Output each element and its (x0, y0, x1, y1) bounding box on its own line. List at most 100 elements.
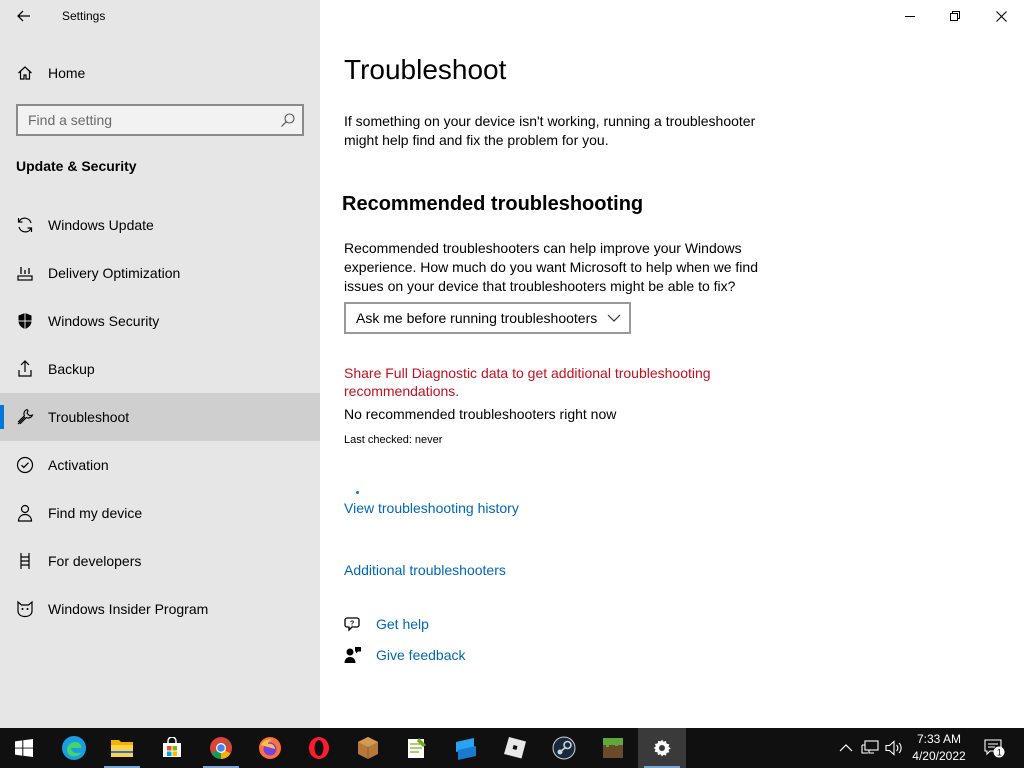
taskbar-edge[interactable] (50, 728, 98, 768)
taskbar-microsoft-store[interactable] (148, 728, 196, 768)
chevron-down-icon (607, 314, 621, 322)
roblox-icon (504, 737, 526, 759)
sidebar-item-label: Troubleshoot (48, 409, 130, 425)
taskbar-file-explorer[interactable] (98, 728, 146, 768)
close-button[interactable] (978, 0, 1024, 32)
microsoft-store-icon (163, 737, 181, 757)
notification-icon: 1 (984, 739, 1005, 758)
taskbar-opera[interactable] (295, 728, 343, 768)
sidebar-item-find-my-device[interactable]: Find my device (0, 489, 320, 537)
sidebar-item-label: For developers (48, 553, 142, 569)
last-checked-text: Last checked: never (344, 434, 443, 446)
taskbar-chrome[interactable] (197, 728, 245, 768)
sidebar-item-label: Home (48, 65, 86, 81)
network-icon (861, 740, 879, 754)
sidebar-item-label: Windows Insider Program (48, 601, 209, 617)
close-icon (995, 10, 1007, 22)
developer-tools-icon (16, 552, 34, 570)
get-help-link[interactable]: Get help (376, 616, 429, 632)
insider-cat-icon (16, 600, 34, 618)
sidebar-item-windows-insider-program[interactable]: Windows Insider Program (0, 585, 320, 633)
restore-button[interactable] (932, 0, 978, 32)
sidebar-item-home[interactable]: Home (0, 52, 320, 94)
network-tray-button[interactable] (860, 738, 880, 758)
search-icon[interactable] (280, 112, 296, 128)
backup-icon (16, 360, 34, 378)
clock-date: 4/20/2022 (912, 749, 966, 763)
restore-icon (950, 11, 960, 21)
sidebar-item-label: Delivery Optimization (48, 265, 181, 281)
sidebar-item-activation[interactable]: Activation (0, 441, 320, 489)
edge-icon (62, 736, 86, 760)
start-icon (15, 739, 33, 757)
sync-icon (16, 216, 34, 234)
sidebar-item-delivery-optimization[interactable]: Delivery Optimization (0, 249, 320, 297)
sidebar-item-backup[interactable]: Backup (0, 345, 320, 393)
sidebar-item-troubleshoot[interactable]: Troubleshoot (0, 393, 320, 441)
taskbar-minecraft[interactable] (589, 728, 637, 768)
chat-help-icon: ? (344, 615, 362, 633)
svg-text:?: ? (350, 621, 354, 628)
wrench-icon (16, 408, 34, 426)
main-content: Troubleshoot If something on your device… (320, 0, 1024, 728)
sidebar-item-label: Activation (48, 457, 109, 473)
taskbar-roblox[interactable] (491, 728, 539, 768)
checkmark-circle-icon (16, 456, 34, 474)
sidebar: Settings Home Update & Security Windows … (0, 0, 320, 728)
give-feedback-link[interactable]: Give feedback (376, 647, 466, 663)
file-explorer-icon (111, 740, 133, 757)
notepad-plus-plus-icon (408, 738, 426, 758)
view-history-link[interactable]: View troubleshooting history (344, 500, 519, 516)
taskbar-notepad-plus-plus[interactable] (393, 728, 441, 768)
person-location-icon (16, 504, 34, 522)
sidebar-item-label: Windows Security (48, 313, 160, 329)
intro-text: If something on your device isn't workin… (344, 113, 756, 148)
start-button[interactable] (0, 728, 48, 768)
back-button[interactable] (8, 2, 40, 30)
sidebar-item-for-developers[interactable]: For developers (0, 537, 320, 585)
minecraft-launcher-icon (358, 737, 378, 759)
app-title: Settings (62, 9, 106, 23)
chevron-up-icon (839, 744, 853, 752)
minimize-icon (905, 16, 915, 17)
action-center-button[interactable]: 1 (983, 738, 1007, 758)
diagnostic-data-warning: Share Full Diagnostic data to get additi… (344, 365, 711, 399)
volume-tray-button[interactable] (884, 738, 904, 758)
shield-icon (16, 312, 34, 330)
sidebar-item-label: Backup (48, 361, 95, 377)
troubleshoot-preference-dropdown[interactable]: Ask me before running troubleshooters (344, 302, 631, 334)
minimize-button[interactable] (887, 0, 933, 32)
recommended-heading: Recommended troubleshooting (342, 193, 644, 215)
show-hidden-icons-button[interactable] (836, 738, 856, 758)
section-title: Update & Security (16, 158, 137, 174)
give-feedback-row[interactable]: Give feedback (344, 646, 466, 664)
dropdown-value: Ask me before running troubleshooters (356, 310, 598, 326)
notification-count: 1 (997, 748, 1002, 758)
get-help-row[interactable]: ? Get help (344, 615, 429, 633)
sidebar-item-label: Windows Update (48, 217, 154, 233)
no-recommended-text: No recommended troubleshooters right now (344, 406, 617, 422)
delivery-optimization-icon (16, 264, 34, 282)
taskbar-minecraft-launcher[interactable] (344, 728, 392, 768)
search-box[interactable] (16, 104, 304, 136)
additional-troubleshooters-link[interactable]: Additional troubleshooters (344, 562, 506, 578)
mobile-app-icon (456, 738, 476, 760)
clock-time: 7:33 AM (916, 732, 962, 746)
taskbar-steam[interactable] (540, 728, 588, 768)
taskbar-settings[interactable] (638, 728, 686, 768)
page-title: Troubleshoot (344, 54, 507, 85)
feedback-icon (344, 646, 362, 664)
opera-icon (309, 737, 329, 759)
recommended-description: Recommended troubleshooters can help imp… (344, 240, 758, 294)
taskbar-mobile-app[interactable] (442, 728, 490, 768)
back-arrow-icon (17, 10, 30, 22)
taskbar: 7:33 AM 4/20/2022 1 (0, 728, 1024, 768)
minecraft-icon (603, 738, 623, 758)
taskbar-clock[interactable]: 7:33 AM 4/20/2022 (906, 731, 972, 765)
taskbar-firefox[interactable] (246, 728, 294, 768)
sidebar-item-windows-update[interactable]: Windows Update (0, 201, 320, 249)
steam-icon (552, 736, 576, 760)
sidebar-item-windows-security[interactable]: Windows Security (0, 297, 320, 345)
settings-icon (653, 739, 671, 757)
search-input[interactable] (18, 106, 268, 134)
